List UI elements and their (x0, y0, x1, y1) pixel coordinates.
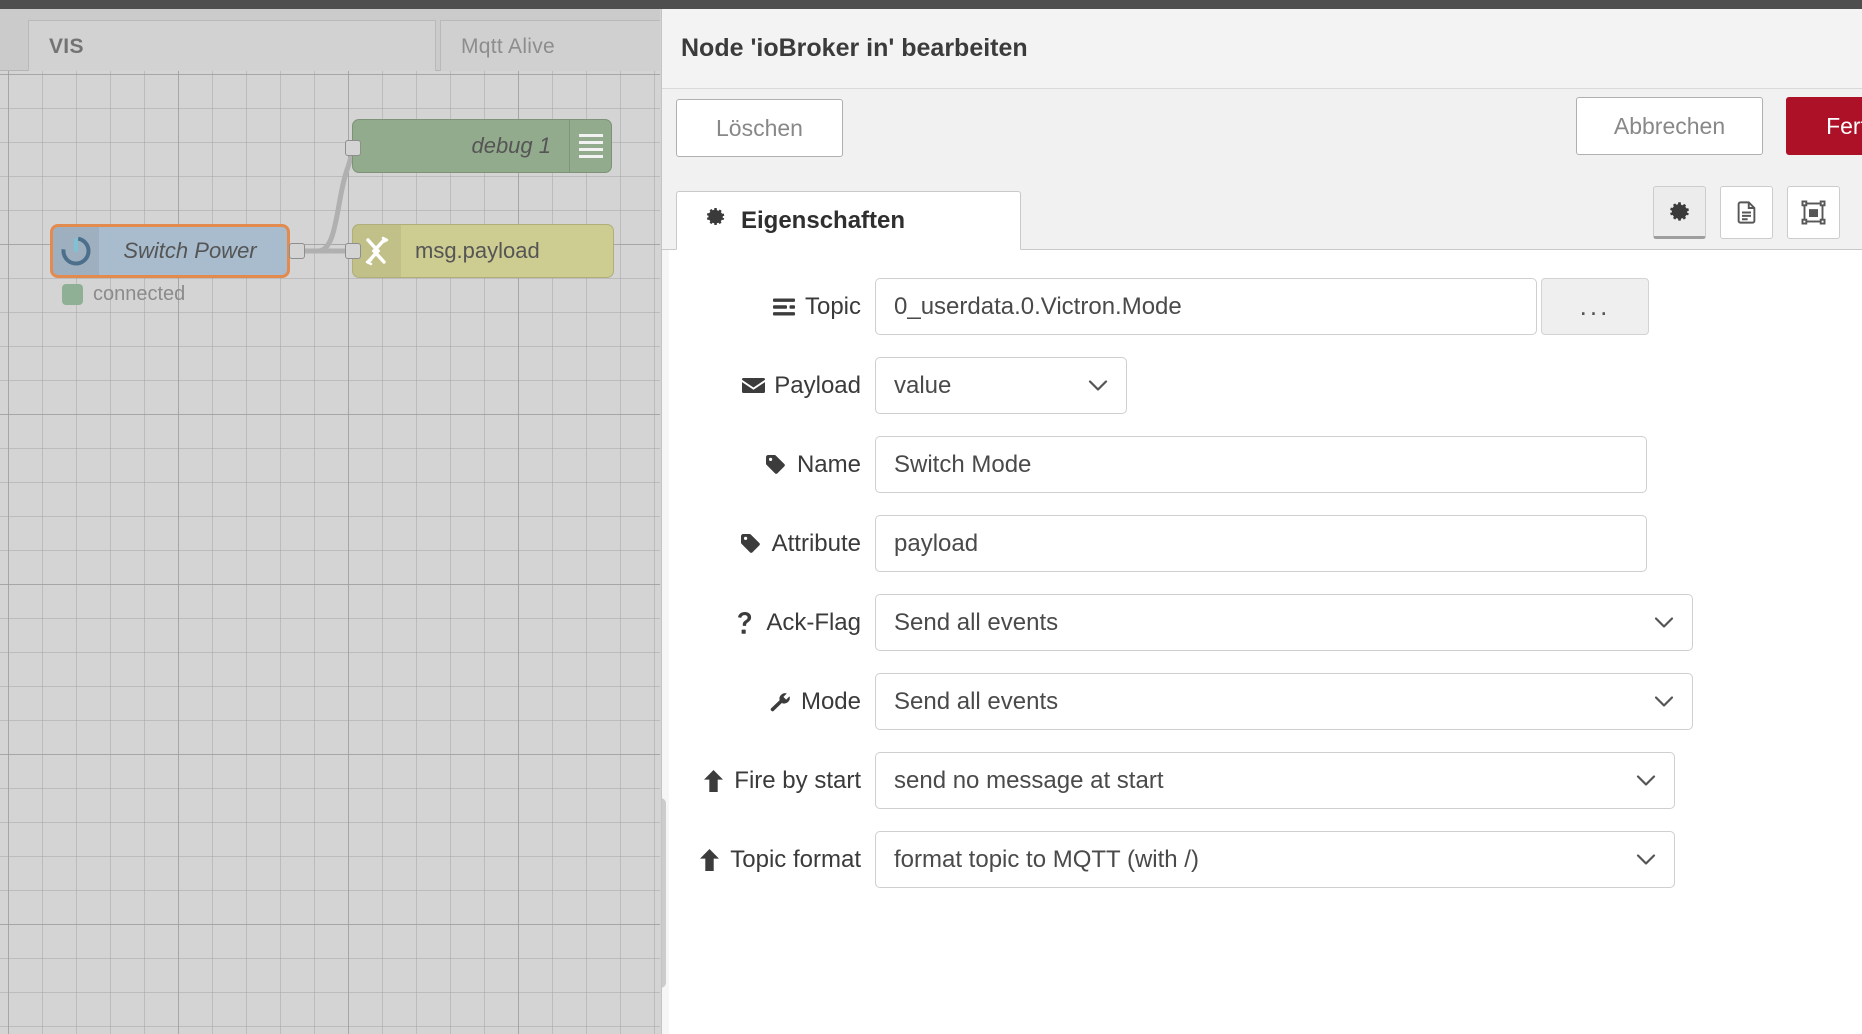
power-icon (53, 227, 99, 275)
dialog-action-bar: Löschen Abbrechen Fertig (662, 89, 1862, 183)
flow-tab-mqtt-alive[interactable]: Mqtt Alive (440, 20, 660, 72)
flow-canvas[interactable]: debug 1 Switch Power connected msg.paylo… (0, 71, 660, 1034)
node-switch-power-status-label: connected (93, 283, 186, 305)
payload-value: value (894, 371, 952, 399)
topic-format-value: format topic to MQTT (with /) (894, 845, 1199, 873)
node-debug-1[interactable]: debug 1 (352, 119, 612, 173)
tag-icon (764, 454, 788, 475)
dialog-scrollbar-thumb[interactable] (662, 798, 666, 988)
arrow-up-icon (701, 769, 725, 792)
ack-flag-value: Send all events (894, 608, 1059, 636)
dialog-tab-bar: Eigenschaften (662, 183, 1862, 250)
form-row-attribute: Attribute payload (662, 515, 1862, 572)
attribute-value: payload (894, 529, 979, 557)
topic-format-select[interactable]: format topic to MQTT (with /) (875, 831, 1675, 888)
dialog-title: Node 'ioBroker in' bearbeiten (681, 34, 1028, 62)
chevron-down-icon (1654, 616, 1674, 629)
node-function-input-port[interactable] (345, 243, 361, 259)
form-row-mode: Mode Send all events (662, 673, 1862, 730)
tag-icon (739, 533, 763, 554)
gear-icon-button[interactable] (1653, 186, 1706, 239)
envelope-icon (741, 377, 765, 394)
edit-node-dialog: Node 'ioBroker in' bearbeiten Löschen Ab… (661, 9, 1862, 1034)
done-button[interactable]: Fertig (1786, 97, 1862, 155)
mode-label-group: Mode (693, 673, 875, 730)
fire-by-start-select[interactable]: send no message at start (875, 752, 1675, 809)
form-row-name: Name Switch Mode (662, 436, 1862, 493)
attribute-label: Attribute (771, 529, 861, 557)
topic-label: Topic (804, 292, 861, 320)
ack-flag-label-group: Ack-Flag (693, 594, 875, 651)
gear-icon (704, 205, 728, 236)
node-debug-1-input-port[interactable] (345, 140, 361, 156)
delete-button[interactable]: Löschen (676, 99, 843, 157)
name-label: Name (796, 450, 861, 478)
form-row-topic-format: Topic format format topic to MQTT (with … (662, 831, 1862, 888)
node-red-workspace: VIS Mqtt Alive debug 1 Switch Power conn… (0, 9, 660, 1034)
dialog-icon-button-group (1653, 186, 1840, 239)
mode-label: Mode (800, 687, 861, 715)
name-value: Switch Mode (894, 450, 1032, 478)
dialog-header: Node 'ioBroker in' bearbeiten (662, 9, 1862, 89)
flow-tab-mqtt-alive-label: Mqtt Alive (461, 34, 556, 58)
form-row-fire-by-start: Fire by start send no message at start (662, 752, 1862, 809)
payload-label: Payload (774, 371, 861, 399)
fire-by-start-label: Fire by start (734, 766, 861, 794)
node-switch-power[interactable]: Switch Power (50, 224, 290, 278)
appearance-icon (1801, 200, 1826, 225)
fire-by-start-value: send no message at start (894, 766, 1164, 794)
chevron-down-icon (1088, 379, 1108, 392)
payload-label-group: Payload (693, 357, 875, 414)
arrow-up-icon (697, 848, 721, 871)
app-root: VIS Mqtt Alive debug 1 Switch Power conn… (0, 0, 1862, 1034)
chevron-down-icon (1636, 853, 1656, 866)
mode-select[interactable]: Send all events (875, 673, 1693, 730)
description-icon-button[interactable] (1720, 186, 1773, 239)
name-input[interactable]: Switch Mode (875, 436, 1647, 493)
tab-eigenschaften[interactable]: Eigenschaften (676, 191, 1021, 250)
ack-flag-label: Ack-Flag (766, 608, 861, 636)
list-icon (772, 298, 796, 316)
attribute-input[interactable]: payload (875, 515, 1647, 572)
document-icon (1737, 201, 1756, 224)
tab-eigenschaften-label: Eigenschaften (741, 206, 906, 234)
topic-format-label-group: Topic format (693, 831, 875, 888)
topic-format-label: Topic format (730, 845, 861, 873)
ack-flag-select[interactable]: Send all events (875, 594, 1693, 651)
appearance-icon-button[interactable] (1787, 186, 1840, 239)
node-switch-power-status: connected (62, 283, 185, 306)
status-dot-icon (62, 284, 83, 305)
gear-icon (1669, 201, 1689, 221)
name-label-group: Name (693, 436, 875, 493)
topic-input[interactable]: 0_userdata.0.Victron.Mode (875, 278, 1537, 335)
debug-lines-icon (569, 120, 611, 172)
form-row-ack-flag: Ack-Flag Send all events (662, 594, 1862, 651)
topic-value: 0_userdata.0.Victron.Mode (894, 292, 1182, 320)
window-titlebar (0, 0, 1862, 9)
mode-value: Send all events (894, 687, 1059, 715)
form-row-topic: Topic 0_userdata.0.Victron.Mode ... (662, 278, 1862, 335)
flow-tab-bar: VIS Mqtt Alive (0, 9, 660, 72)
chevron-down-icon (1654, 695, 1674, 708)
question-icon (733, 611, 757, 634)
flow-tab-vis-label: VIS (49, 34, 84, 58)
node-debug-1-label: debug 1 (471, 133, 551, 158)
topic-browse-button[interactable]: ... (1541, 278, 1649, 335)
attribute-label-group: Attribute (693, 515, 875, 572)
topic-label-group: Topic (693, 278, 875, 335)
node-switch-power-label: Switch Power (123, 238, 257, 263)
fire-by-start-label-group: Fire by start (693, 752, 875, 809)
payload-select[interactable]: value (875, 357, 1127, 414)
wire-layer (295, 144, 361, 254)
properties-form: Topic 0_userdata.0.Victron.Mode ... Payl… (662, 250, 1862, 1034)
chevron-down-icon (1636, 774, 1656, 787)
cancel-button[interactable]: Abbrechen (1576, 97, 1763, 155)
form-row-payload: Payload value (662, 357, 1862, 414)
wrench-icon (768, 691, 792, 713)
flow-tab-vis[interactable]: VIS (28, 20, 436, 72)
node-switch-power-output-port[interactable] (289, 243, 305, 259)
node-function-msg-payload[interactable]: msg.payload (352, 224, 614, 278)
node-function-label: msg.payload (415, 238, 540, 263)
